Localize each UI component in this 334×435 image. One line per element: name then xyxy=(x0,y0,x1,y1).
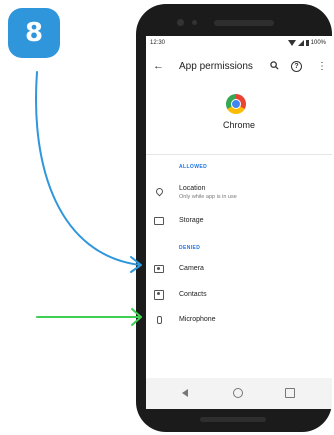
step-badge: 8 xyxy=(8,8,60,58)
permission-label: Contacts xyxy=(179,291,207,298)
front-camera xyxy=(177,19,184,26)
earpiece-speaker xyxy=(214,20,274,26)
contacts-icon xyxy=(154,290,164,300)
permission-row-contacts[interactable]: Contacts xyxy=(146,284,332,306)
permission-sublabel: Only while app is in use xyxy=(179,194,237,200)
nav-recents-icon[interactable] xyxy=(285,388,295,398)
permission-label: Storage xyxy=(179,217,204,224)
divider xyxy=(146,154,332,155)
permission-row-storage[interactable]: Storage xyxy=(146,210,332,232)
app-bar: ← App permissions ? ⋮ xyxy=(146,52,332,80)
navigation-bar xyxy=(146,378,332,409)
battery-level: 100% xyxy=(310,40,326,46)
battery-icon xyxy=(305,40,309,46)
permission-row-camera[interactable]: Camera xyxy=(146,258,332,280)
section-header-allowed: ALLOWED xyxy=(179,164,208,170)
status-bar: 12:30 100% xyxy=(146,36,332,50)
nav-back-icon[interactable] xyxy=(182,389,188,397)
microphone-icon xyxy=(157,316,162,324)
proximity-sensor xyxy=(192,20,197,25)
app-name: Chrome xyxy=(222,120,255,130)
chrome-logo-icon xyxy=(226,94,246,114)
section-header-denied: DENIED xyxy=(179,245,201,251)
help-icon[interactable]: ? xyxy=(291,60,302,72)
folder-icon xyxy=(154,217,164,225)
permission-row-microphone[interactable]: Microphone xyxy=(146,309,332,331)
phone-frame: 12:30 100% ← App permissions ? ⋮ Chrome … xyxy=(136,4,332,432)
signal-icon xyxy=(297,40,304,46)
more-options-icon[interactable]: ⋮ xyxy=(317,61,327,72)
back-arrow-icon[interactable]: ← xyxy=(153,60,164,72)
phone-screen: 12:30 100% ← App permissions ? ⋮ Chrome … xyxy=(146,36,332,409)
permission-label: Location xyxy=(179,185,206,192)
page-title: App permissions xyxy=(179,60,253,72)
camera-icon xyxy=(154,265,164,273)
status-time: 12:30 xyxy=(150,40,166,46)
location-pin-icon xyxy=(154,186,165,197)
wifi-icon xyxy=(287,40,296,46)
permission-row-location[interactable]: Location Only while app is in use xyxy=(146,180,332,202)
permission-label: Camera xyxy=(179,265,204,272)
status-icons: 100% xyxy=(287,40,326,46)
bottom-speaker xyxy=(200,417,266,422)
permission-label: Microphone xyxy=(179,316,216,323)
blue-arrow-to-camera xyxy=(35,71,141,266)
nav-home-icon[interactable] xyxy=(233,388,243,398)
search-icon[interactable] xyxy=(270,60,279,72)
